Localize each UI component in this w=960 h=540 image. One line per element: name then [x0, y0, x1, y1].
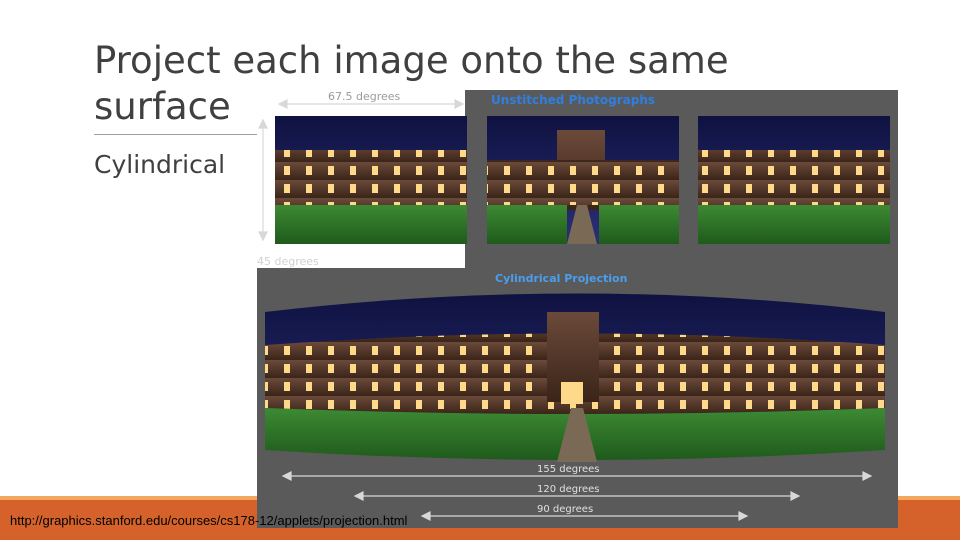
horizontal-fov-label: 67.5 degrees: [328, 90, 401, 103]
cylindrical-label: Cylindrical Projection: [495, 272, 627, 285]
unstitched-label: Unstitched Photographs: [491, 93, 655, 107]
cylindrical-panorama: [265, 293, 885, 462]
projection-figure: 67.5 degrees 45 degrees Unstitched Photo…: [257, 90, 898, 528]
unstitched-photo-1: [275, 116, 467, 244]
unstitched-photo-3: [698, 116, 890, 244]
span-label-90: 90 degrees: [537, 504, 593, 515]
bullet-cylindrical: Cylindrical: [94, 150, 226, 179]
unstitched-photo-2: [487, 116, 679, 244]
source-url: http://graphics.stanford.edu/courses/cs1…: [10, 513, 408, 528]
span-label-120: 120 degrees: [537, 484, 600, 495]
vertical-fov-label: 45 degrees: [257, 255, 319, 268]
span-label-155: 155 degrees: [537, 464, 600, 475]
